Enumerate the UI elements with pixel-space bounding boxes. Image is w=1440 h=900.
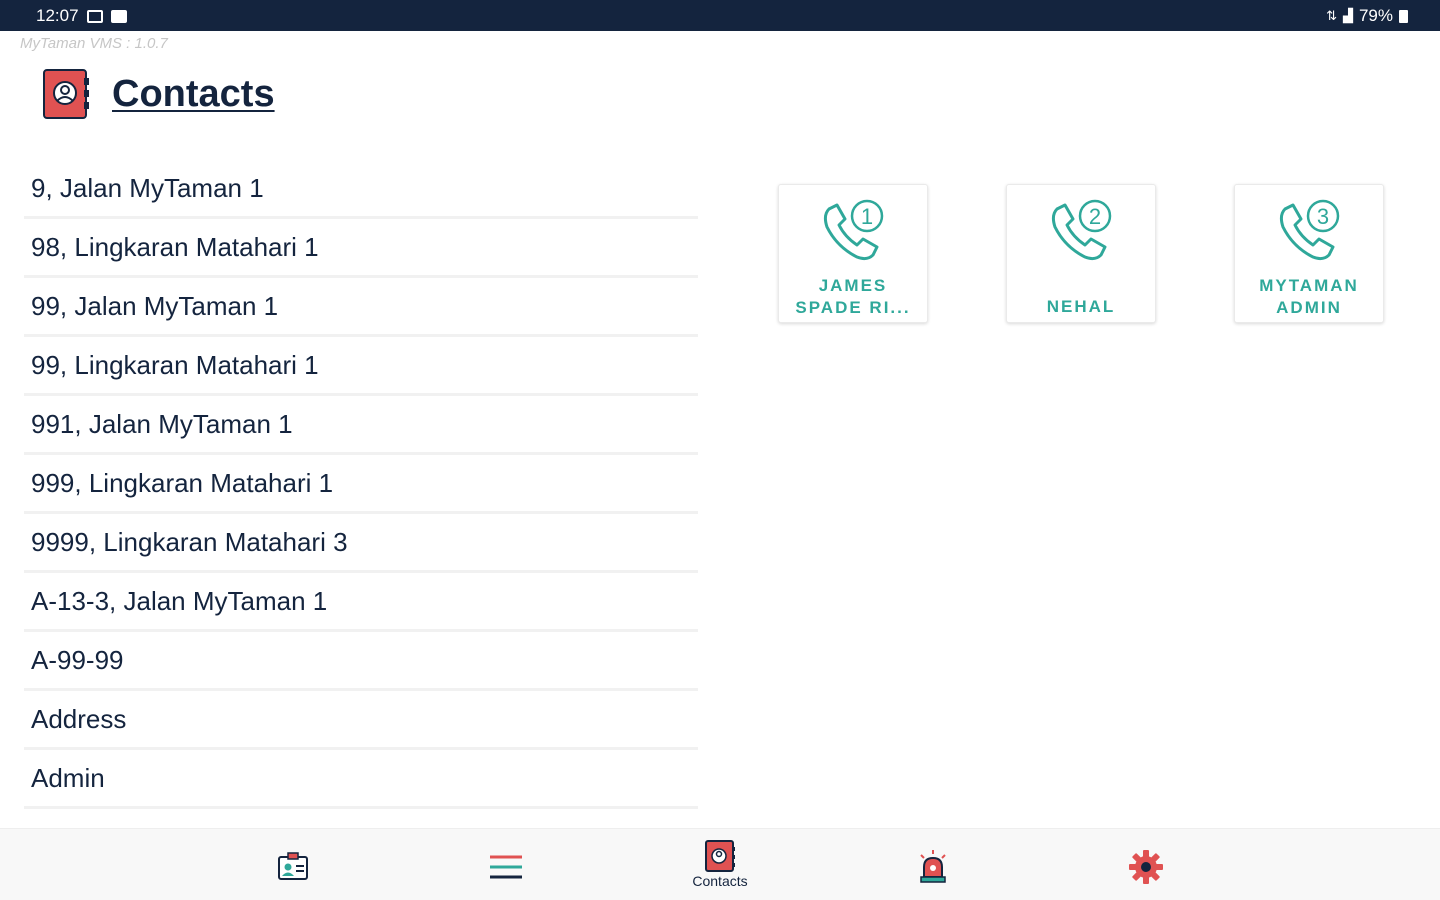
phone-call-icon: 3: [1279, 199, 1340, 261]
hotline-name-line2: ADMIN: [1276, 298, 1342, 317]
contact-item[interactable]: 99, Lingkaran Matahari 1: [24, 337, 698, 396]
hotline-number: 1: [861, 204, 873, 229]
contact-item[interactable]: 999, Lingkaran Matahari 1: [24, 455, 698, 514]
hotline-card-2[interactable]: 2 NEHAL: [1006, 184, 1156, 323]
hotline-number: 2: [1089, 204, 1101, 229]
hotline-number: 3: [1317, 204, 1329, 229]
nav-settings-button[interactable]: [1106, 839, 1186, 895]
nav-contacts-label: Contacts: [692, 873, 748, 889]
contact-item[interactable]: 9999, Lingkaran Matahari 3: [24, 514, 698, 573]
hotline-label: JAMES SPADE RI...: [779, 275, 927, 319]
nav-alarm-button[interactable]: [893, 839, 973, 895]
status-bar: 12:07 ⇅ ▟ 79%: [0, 0, 1440, 31]
contact-item[interactable]: A-99-99: [24, 632, 698, 691]
status-right: ⇅ ▟ 79%: [1326, 6, 1408, 26]
nav-contacts-button[interactable]: Contacts: [680, 839, 760, 895]
contacts-book-icon: [43, 69, 89, 119]
contact-item[interactable]: Address: [24, 691, 698, 750]
contact-item[interactable]: 9, Jalan MyTaman 1: [24, 160, 698, 219]
contact-item[interactable]: 99, Jalan MyTaman 1: [24, 278, 698, 337]
hotline-card-1[interactable]: 1 JAMES SPADE RI...: [778, 184, 928, 323]
signal-icon: ▟: [1342, 8, 1353, 23]
phone-call-icon: 1: [823, 199, 884, 261]
data-transfer-icon: ⇅: [1326, 8, 1337, 23]
app-notification-icon: [110, 9, 127, 23]
battery-level: 79%: [1358, 6, 1393, 25]
contact-item[interactable]: 98, Lingkaran Matahari 1: [24, 219, 698, 278]
status-left: 12:07: [36, 6, 127, 26]
siren-icon: [920, 850, 946, 883]
contact-item[interactable]: Admin: [24, 750, 698, 809]
hotline-card-3[interactable]: 3 MYTAMAN ADMIN: [1234, 184, 1384, 323]
hotline-label: MYTAMAN ADMIN: [1235, 275, 1383, 319]
nav-visitors-button[interactable]: [253, 839, 333, 895]
id-card-icon: [278, 852, 308, 880]
hotline-name-line1: JAMES: [818, 276, 888, 295]
contact-item[interactable]: 991, Jalan MyTaman 1: [24, 396, 698, 455]
battery-icon: [1399, 9, 1408, 23]
nav-menu-button[interactable]: [466, 839, 546, 895]
image-notification-icon: [86, 9, 103, 23]
hotline-name-line1: NEHAL: [1046, 297, 1116, 316]
contact-item[interactable]: A-13-3, Jalan MyTaman 1: [24, 573, 698, 632]
app-version: MyTaman VMS : 1.0.7: [20, 35, 168, 52]
status-time: 12:07: [36, 6, 79, 25]
hotline-label: NEHAL: [1007, 296, 1155, 318]
phone-call-icon: 2: [1051, 199, 1112, 261]
contacts-book-icon: [705, 840, 735, 872]
page-title: Contacts: [112, 72, 275, 115]
contact-list: 9, Jalan MyTaman 1 98, Lingkaran Matahar…: [24, 160, 698, 809]
bottom-navigation: Contacts: [0, 828, 1440, 900]
hotline-name-line2: SPADE RI...: [795, 298, 911, 317]
gear-icon: [1129, 850, 1163, 884]
page-header: Contacts: [40, 68, 275, 120]
hotline-name-line1: MYTAMAN: [1259, 276, 1359, 295]
hamburger-menu-icon: [490, 855, 522, 879]
